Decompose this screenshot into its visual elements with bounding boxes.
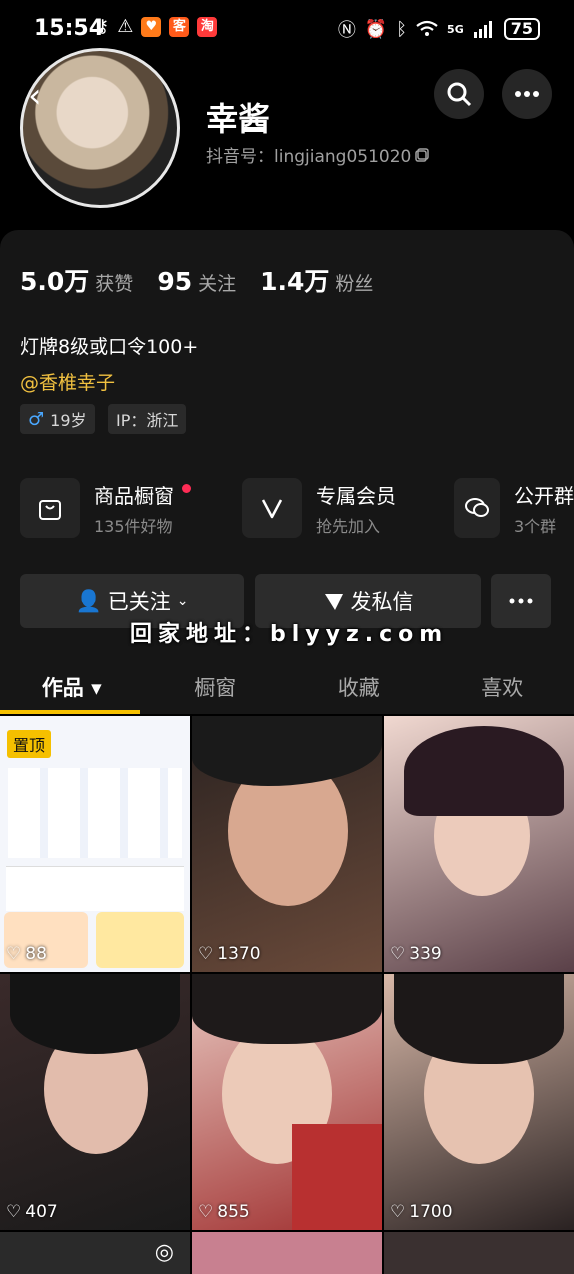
video-thumb[interactable]: ◎ (0, 1232, 190, 1274)
heart-icon: ♡ (6, 1202, 22, 1222)
video-thumb[interactable]: ♡ 339 (384, 716, 574, 972)
like-count: ♡ 1370 (198, 944, 261, 964)
wifi-icon (416, 20, 438, 36)
status-right-icons: Ⓝ ⏰ ᛒ 5G 75 (338, 16, 540, 42)
stat-followers[interactable]: 1.4万 粉丝 (260, 262, 373, 298)
thumb-hair (404, 726, 564, 816)
thumb-hair (10, 974, 180, 1054)
douyin-id: 抖音号：lingjiang051020 (206, 142, 430, 167)
copy-icon[interactable] (415, 147, 430, 162)
group-chat-icon (454, 478, 500, 538)
like-count: ♡ 88 (6, 944, 47, 964)
feature-sub: 抢先加入 (316, 516, 381, 536)
video-thumb[interactable] (192, 1232, 382, 1274)
age-tag: ♂ 19岁 (20, 404, 95, 434)
live-icon: ◎ (154, 1240, 174, 1265)
feature-public-group[interactable]: 公开群 3个群 (454, 478, 574, 538)
tab-favorites[interactable]: 收藏 (287, 660, 431, 714)
shopping-bag-icon (20, 478, 80, 538)
age-text: 19岁 (50, 411, 87, 430)
feature-sub: 3个群 (514, 516, 557, 536)
vip-v-icon (242, 478, 302, 538)
heart-icon: ♡ (390, 944, 406, 964)
tab-shop-window[interactable]: 橱窗 (144, 660, 288, 714)
bluetooth-icon: ᛒ (396, 18, 408, 40)
feature-title: 商品橱窗 (94, 483, 174, 508)
watermark-text: 回家地址：blyyz.com (130, 622, 449, 647)
network-type: 5G (447, 22, 464, 36)
thumb-card (96, 912, 184, 968)
like-count: ♡ 855 (198, 1202, 250, 1222)
app-badge-icon: 淘 (197, 16, 218, 37)
ip-text: IP：浙江 (116, 411, 179, 430)
content-tabs: 作品 ▾ 橱窗 收藏 喜欢 (0, 660, 574, 714)
more-actions-button[interactable] (491, 574, 551, 628)
video-thumb[interactable]: ♡ 1700 (384, 974, 574, 1230)
stats-row: 5.0万 获赞 95 关注 1.4万 粉丝 (20, 262, 373, 298)
avatar[interactable] (20, 48, 180, 208)
status-bar: 15:54 ⚷ ⚠ ♥ 客 淘 Ⓝ ⏰ ᛒ 5G 75 (0, 0, 574, 56)
back-icon[interactable]: ‹ (28, 76, 42, 116)
thumb-sweater (292, 1124, 382, 1230)
stat-likes[interactable]: 5.0万 获赞 (20, 262, 133, 298)
like-count: ♡ 339 (390, 944, 442, 964)
chevron-down-icon: ⌄ (176, 593, 189, 609)
following-label: 已关注 (107, 590, 171, 614)
app-badge-icon: ♥ (141, 16, 162, 37)
tab-likes[interactable]: 喜欢 (431, 660, 574, 714)
thumb-hair (192, 716, 382, 786)
like-count: ♡ 407 (6, 1202, 58, 1222)
profile-name: 幸酱 (206, 100, 271, 138)
feature-shop-window[interactable]: 商品橱窗 135件好物 (20, 478, 191, 538)
video-thumb[interactable]: 置顶 ♡ 88 (0, 716, 190, 972)
heart-icon: ♡ (6, 944, 22, 964)
feature-membership[interactable]: 专属会员 抢先加入 (242, 478, 396, 538)
ip-tag: IP：浙江 (108, 404, 187, 434)
battery-indicator: 75 (503, 18, 540, 40)
tab-works[interactable]: 作品 ▾ (0, 660, 144, 714)
message-label: 发私信 (350, 590, 414, 614)
key-icon: ⚷ (96, 16, 110, 37)
thumb-screenshot-content (8, 768, 182, 858)
like-count: ♡ 1700 (390, 1202, 453, 1222)
pinned-badge: 置顶 (7, 730, 52, 758)
thumb-hair (192, 974, 382, 1044)
thumb-screenshot-list (6, 866, 184, 911)
video-thumb[interactable]: ♡ 1370 (192, 716, 382, 972)
signal-icon (473, 21, 492, 38)
search-icon (447, 82, 472, 107)
bio-mention-link[interactable]: @香椎幸子 (20, 368, 115, 395)
more-button[interactable] (502, 69, 552, 119)
search-button[interactable] (434, 69, 484, 119)
alarm-icon: ⏰ (364, 18, 388, 40)
feature-sub: 135件好物 (94, 516, 173, 536)
status-time: 15:54 (34, 16, 105, 41)
douyin-id-text: 抖音号：lingjiang051020 (206, 147, 412, 167)
send-icon (324, 594, 343, 610)
video-thumb[interactable]: ♡ 855 (192, 974, 382, 1230)
more-icon (509, 598, 533, 604)
more-icon (515, 91, 539, 97)
thumb-hair (394, 974, 564, 1064)
male-icon: ♂ (28, 408, 45, 430)
video-thumb[interactable] (384, 1232, 574, 1274)
bio-text: 灯牌8级或口令100+ (20, 336, 199, 358)
heart-icon: ♡ (390, 1202, 406, 1222)
video-thumb[interactable]: ♡ 407 (0, 974, 190, 1230)
nfc-icon: Ⓝ (337, 20, 356, 41)
notification-dot (182, 483, 191, 493)
notification-icon: ⚠ (117, 16, 134, 37)
stat-following[interactable]: 95 关注 (157, 267, 236, 296)
tab-indicator (0, 710, 140, 714)
status-left-icons: ⚷ ⚠ ♥ 客 淘 (96, 16, 218, 37)
feature-title: 专属会员 (316, 483, 396, 508)
app-badge-icon: 客 (169, 16, 190, 37)
heart-icon: ♡ (198, 1202, 214, 1222)
user-check-icon: 👤 (75, 588, 102, 613)
heart-icon: ♡ (198, 944, 214, 964)
feature-title: 公开群 (514, 483, 574, 508)
